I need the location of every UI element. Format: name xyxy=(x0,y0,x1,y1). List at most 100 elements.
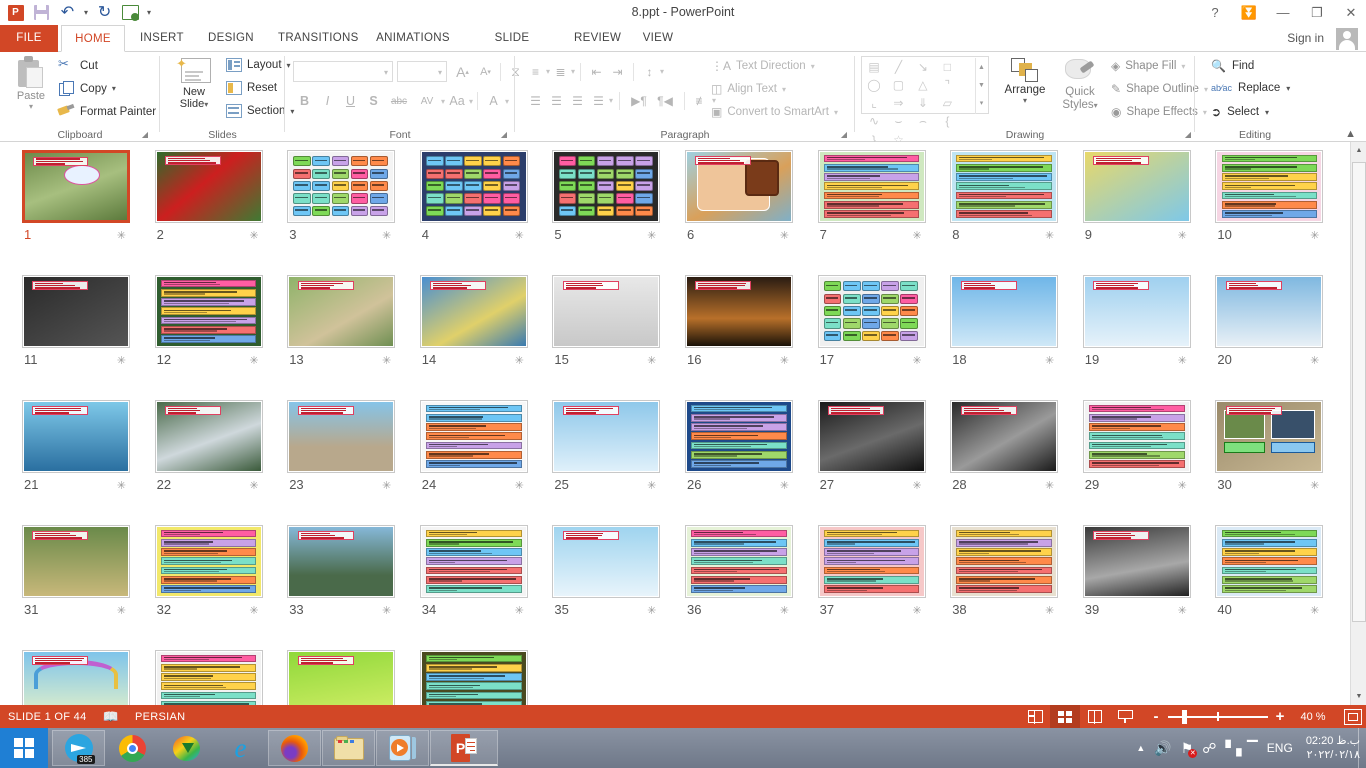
arc-shape-icon[interactable]: ⌣ xyxy=(888,113,908,131)
animation-star-icon[interactable]: ✳ xyxy=(1045,479,1054,492)
animation-star-icon[interactable]: ✳ xyxy=(912,354,921,367)
font-size-input[interactable]: ▾ xyxy=(397,61,447,82)
slide-thumbnail-image[interactable] xyxy=(22,525,130,598)
animation-star-icon[interactable]: ✳ xyxy=(382,354,391,367)
slide-thumbnail-image[interactable] xyxy=(420,275,528,348)
down-arrow-shape-icon[interactable]: ⇓ xyxy=(913,94,933,112)
shapes-scroll-up-icon[interactable]: ▲ xyxy=(976,58,987,76)
slide-thumbnail-image[interactable] xyxy=(950,400,1058,473)
bold-button[interactable]: B xyxy=(293,90,316,112)
slide-thumbnail-image[interactable] xyxy=(420,525,528,598)
underline-button[interactable]: U xyxy=(339,90,362,112)
animation-star-icon[interactable]: ✳ xyxy=(117,604,126,617)
animation-star-icon[interactable]: ✳ xyxy=(249,354,258,367)
tab-home[interactable]: HOME xyxy=(61,25,125,52)
paste-button[interactable]: Paste ▾ xyxy=(8,56,54,111)
slide-thumbnail-image[interactable] xyxy=(420,150,528,223)
spelling-icon[interactable]: 📖 xyxy=(103,709,120,725)
internet-explorer-taskbar-icon[interactable]: e xyxy=(214,730,267,766)
animation-star-icon[interactable]: ✳ xyxy=(1310,354,1319,367)
customize-quick-access-toolbar-icon[interactable]: ▾ xyxy=(147,8,151,17)
shape-effects-button[interactable]: ◉ Shape Effects ▾ xyxy=(1111,105,1207,119)
animation-star-icon[interactable]: ✳ xyxy=(1178,229,1187,242)
animation-star-icon[interactable]: ✳ xyxy=(382,604,391,617)
slide-thumbnail-image[interactable] xyxy=(950,525,1058,598)
show-desktop-button[interactable] xyxy=(1358,728,1366,768)
animation-star-icon[interactable]: ✳ xyxy=(780,604,789,617)
tab-view[interactable]: VIEW xyxy=(630,25,686,52)
slide-thumbnail-image[interactable] xyxy=(1083,275,1191,348)
ltr-text-direction-button[interactable]: ▶¶ xyxy=(626,90,652,111)
shapes-more-icon[interactable]: ▾ xyxy=(976,94,987,112)
animation-star-icon[interactable]: ✳ xyxy=(1310,229,1319,242)
decrease-font-size-button[interactable]: A▾ xyxy=(474,61,497,83)
firefox-taskbar-icon[interactable] xyxy=(268,730,321,766)
tab-slide-show[interactable]: SLIDE SHOW xyxy=(464,25,560,52)
volume-icon[interactable]: 🔊 xyxy=(1154,740,1171,757)
oval-shape-icon[interactable]: ◯ xyxy=(864,76,884,94)
slide-thumbnail-image[interactable] xyxy=(155,150,263,223)
copy-dropdown-icon[interactable]: ▾ xyxy=(112,84,116,93)
tab-design[interactable]: DESIGN xyxy=(196,25,264,52)
animation-star-icon[interactable]: ✳ xyxy=(912,229,921,242)
animation-star-icon[interactable]: ✳ xyxy=(912,479,921,492)
reading-view-button[interactable] xyxy=(1080,705,1110,728)
slide-show-button[interactable] xyxy=(1110,705,1140,728)
slide-thumbnail-image[interactable] xyxy=(818,275,926,348)
animation-star-icon[interactable]: ✳ xyxy=(647,479,656,492)
save-icon[interactable] xyxy=(32,3,51,22)
arrow-shape-icon[interactable]: ↘ xyxy=(913,58,933,76)
animation-star-icon[interactable]: ✳ xyxy=(249,604,258,617)
columns-button[interactable]: ≢ xyxy=(691,90,712,111)
reset-button[interactable]: Reset xyxy=(226,81,277,95)
zoom-level[interactable]: 40 % xyxy=(1292,711,1334,723)
justify-button[interactable]: ☰ xyxy=(588,90,609,111)
animation-star-icon[interactable]: ✳ xyxy=(780,229,789,242)
slide-sorter-view-button[interactable] xyxy=(1050,705,1080,728)
restore-button[interactable]: ❐ xyxy=(1308,5,1326,21)
freeform-shape-icon[interactable]: ∿ xyxy=(864,112,884,130)
slide-thumbnail-image[interactable] xyxy=(685,400,793,473)
find-button[interactable]: 🔍 Find xyxy=(1211,59,1254,73)
font-dialog-launcher-icon[interactable]: ◢ xyxy=(501,130,507,139)
slide-thumbnail-image[interactable] xyxy=(155,650,263,705)
clipboard-dialog-launcher-icon[interactable]: ◢ xyxy=(142,130,148,139)
slide-thumbnail-image[interactable] xyxy=(685,275,793,348)
animation-star-icon[interactable]: ✳ xyxy=(382,479,391,492)
tab-animations[interactable]: ANIMATIONS xyxy=(364,25,462,52)
animation-star-icon[interactable]: ✳ xyxy=(249,229,258,242)
clock[interactable]: 02:20 ب.ظ ۲۰۲۲/۰۲/۱۸ xyxy=(1302,734,1360,762)
align-center-button[interactable]: ☰ xyxy=(546,90,567,111)
zoom-slider[interactable] xyxy=(1168,705,1268,728)
folded-corner-shape-icon[interactable]: ▱ xyxy=(937,94,957,112)
usb-device-icon[interactable]: ☍ xyxy=(1202,740,1216,757)
signal-icon[interactable]: ▘▖▔ xyxy=(1225,740,1257,757)
animation-star-icon[interactable]: ✳ xyxy=(515,354,524,367)
textbox-shape-icon[interactable]: ▤ xyxy=(864,58,884,76)
slide-thumbnail-image[interactable] xyxy=(1215,150,1323,223)
slide-thumbnail-image[interactable] xyxy=(155,525,263,598)
slide-thumbnail-image[interactable] xyxy=(1083,525,1191,598)
scroll-up-icon[interactable]: ▲ xyxy=(1351,142,1366,159)
strikethrough-button[interactable]: abc xyxy=(385,90,413,112)
numbering-button[interactable]: ≣ xyxy=(550,61,571,82)
italic-button[interactable]: I xyxy=(316,90,339,112)
animation-star-icon[interactable]: ✳ xyxy=(1310,479,1319,492)
animation-star-icon[interactable]: ✳ xyxy=(647,354,656,367)
slide-thumbnail-image[interactable] xyxy=(1083,400,1191,473)
slide-thumbnail-image[interactable] xyxy=(685,150,793,223)
curve-shape-icon[interactable]: ⌢ xyxy=(913,113,933,131)
scrollbar-thumb[interactable] xyxy=(1352,162,1366,622)
animation-star-icon[interactable]: ✳ xyxy=(515,604,524,617)
redo-icon[interactable]: ↻ xyxy=(95,3,114,22)
animation-star-icon[interactable]: ✳ xyxy=(780,354,789,367)
slide-thumbnail-image[interactable] xyxy=(22,650,130,705)
cut-button[interactable]: Cut xyxy=(58,58,98,73)
animation-star-icon[interactable]: ✳ xyxy=(117,354,126,367)
start-presentation-icon[interactable] xyxy=(121,3,140,22)
show-hidden-icons-icon[interactable]: ▲ xyxy=(1136,743,1145,753)
shape-fill-button[interactable]: ◈ Shape Fill ▾ xyxy=(1111,59,1185,73)
arrange-dropdown-icon[interactable]: ▾ xyxy=(997,96,1053,105)
tab-insert[interactable]: INSERT xyxy=(128,25,194,52)
zoom-in-button[interactable]: + xyxy=(1274,708,1286,725)
